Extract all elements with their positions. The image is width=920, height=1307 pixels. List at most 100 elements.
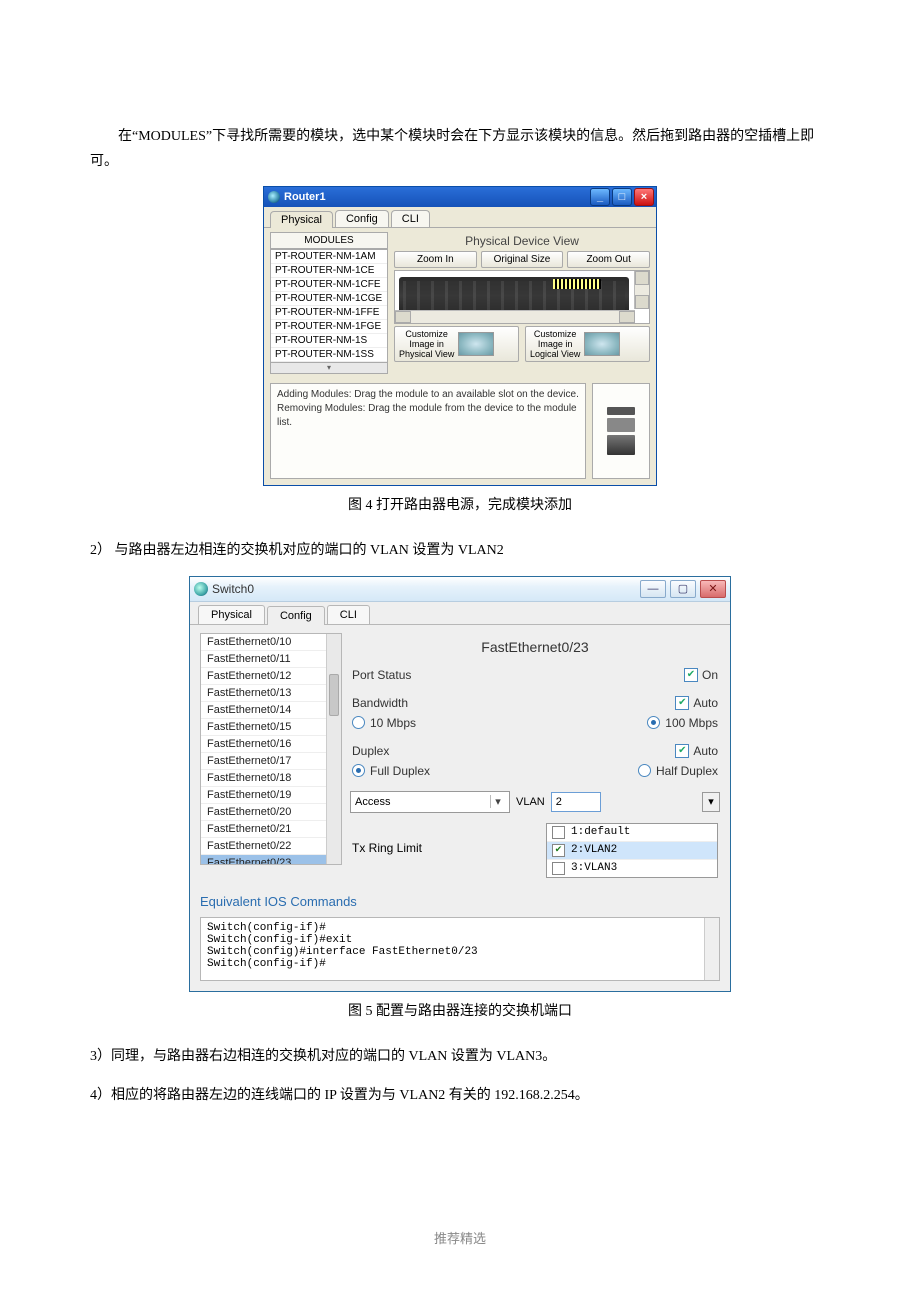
full-duplex-radio[interactable]: Full Duplex xyxy=(352,764,502,778)
ios-commands-text: Switch(config-if)# Switch(config-if)#exi… xyxy=(207,922,478,970)
zoom-out-button[interactable]: Zoom Out xyxy=(567,251,650,268)
checkbox-icon xyxy=(552,862,565,875)
original-size-button[interactable]: Original Size xyxy=(481,251,564,268)
ios-commands-heading: Equivalent IOS Commands xyxy=(200,894,720,909)
port-item[interactable]: FastEthernet0/14 xyxy=(201,702,341,719)
step-3-text: 3）同理，与路由器右边相连的交换机对应的端口的 VLAN 设置为 VLAN3。 xyxy=(90,1044,830,1069)
maximize-button[interactable]: ▢ xyxy=(670,580,696,598)
device-scroll-horizontal[interactable] xyxy=(395,310,635,323)
module-item[interactable]: PT-ROUTER-NM-1CGE xyxy=(271,292,387,306)
router-thumb-icon xyxy=(584,332,620,356)
port-item[interactable]: FastEthernet0/18 xyxy=(201,770,341,787)
on-label: On xyxy=(702,668,718,682)
port-item[interactable]: FastEthernet0/23 xyxy=(201,855,341,865)
port-status-label: Port Status xyxy=(352,668,462,682)
router1-window: Router1 _ □ × Physical Config CLI MODULE… xyxy=(263,186,657,486)
interface-list[interactable]: FastEthernet0/10 FastEthernet0/11 FastEt… xyxy=(200,633,342,865)
maximize-button[interactable]: □ xyxy=(612,188,632,206)
figure4-caption: 图 4 打开路由器电源，完成模块添加 xyxy=(90,494,830,514)
app-icon xyxy=(268,191,280,203)
interface-list-scrollbar[interactable] xyxy=(326,634,341,864)
tab-cli[interactable]: CLI xyxy=(391,210,430,227)
module-item[interactable]: PT-ROUTER-NM-1S xyxy=(271,334,387,348)
tab-physical[interactable]: Physical xyxy=(198,605,265,624)
modules-header: MODULES xyxy=(270,232,388,249)
bandwidth-100-radio[interactable]: 100 Mbps xyxy=(647,716,718,730)
vlan-input[interactable]: 2 xyxy=(551,792,601,812)
vlan-option[interactable]: 3:VLAN3 xyxy=(547,860,717,877)
port-item[interactable]: FastEthernet0/13 xyxy=(201,685,341,702)
customize-logical-label: Customize Image in Logical View xyxy=(530,329,580,359)
checkbox-icon: ✔ xyxy=(552,844,565,857)
zoom-in-button[interactable]: Zoom In xyxy=(394,251,477,268)
router-tabs: Physical Config CLI xyxy=(264,207,656,228)
module-item[interactable]: PT-ROUTER-NM-1FFE xyxy=(271,306,387,320)
vlan-option-label: 1:default xyxy=(571,826,630,838)
tab-config[interactable]: Config xyxy=(335,210,389,227)
device-scroll-vertical[interactable] xyxy=(634,271,649,309)
ios-commands-output[interactable]: Switch(config-if)# Switch(config-if)#exi… xyxy=(200,917,720,981)
vlan-dropdown-button[interactable]: ▾ xyxy=(702,792,720,812)
switch0-titlebar[interactable]: Switch0 — ▢ ✕ xyxy=(190,577,730,602)
port-item[interactable]: FastEthernet0/21 xyxy=(201,821,341,838)
customize-physical-button[interactable]: Customize Image in Physical View xyxy=(394,326,519,362)
vlan-options-popup: 1:default ✔ 2:VLAN2 3:VLAN3 xyxy=(546,823,718,878)
bw-100-label: 100 Mbps xyxy=(665,716,718,730)
half-duplex-radio[interactable]: Half Duplex xyxy=(638,764,718,778)
help-line: Adding Modules: Drag the module to an av… xyxy=(277,388,579,402)
step-4-text: 4）相应的将路由器左边的连线端口的 IP 设置为与 VLAN2 有关的 192.… xyxy=(90,1083,830,1108)
module-item[interactable]: PT-ROUTER-NM-1SS xyxy=(271,348,387,362)
half-duplex-label: Half Duplex xyxy=(656,764,718,778)
minimize-button[interactable]: _ xyxy=(590,188,610,206)
bw-10-label: 10 Mbps xyxy=(370,716,416,730)
bandwidth-10-radio[interactable]: 10 Mbps xyxy=(352,716,502,730)
intro-paragraph: 在“MODULES”下寻找所需要的模块，选中某个模块时会在下方显示该模块的信息。… xyxy=(90,124,830,174)
port-item[interactable]: FastEthernet0/22 xyxy=(201,838,341,855)
minimize-button[interactable]: — xyxy=(640,580,666,598)
physical-device-view-title: Physical Device View xyxy=(394,234,650,248)
module-item[interactable]: PT-ROUTER-NM-1AM xyxy=(271,250,387,264)
module-help-text: Adding Modules: Drag the module to an av… xyxy=(270,383,586,479)
figure5-caption: 图 5 配置与路由器连接的交换机端口 xyxy=(90,1000,830,1020)
checkbox-icon xyxy=(552,826,565,839)
port-item[interactable]: FastEthernet0/10 xyxy=(201,634,341,651)
bandwidth-auto-checkbox[interactable]: ✔ Auto xyxy=(675,696,718,710)
port-mode-select[interactable]: Access ▾ xyxy=(350,791,510,813)
port-item[interactable]: FastEthernet0/11 xyxy=(201,651,341,668)
window-title: Switch0 xyxy=(212,582,254,596)
tab-config[interactable]: Config xyxy=(267,606,325,625)
chevron-down-icon: ▾ xyxy=(490,795,505,808)
tab-cli[interactable]: CLI xyxy=(327,605,370,624)
port-item[interactable]: FastEthernet0/15 xyxy=(201,719,341,736)
vlan-option-label: 3:VLAN3 xyxy=(571,862,617,874)
tab-physical[interactable]: Physical xyxy=(270,211,333,228)
vlan-option[interactable]: 1:default xyxy=(547,824,717,842)
modules-scroll-down[interactable]: ▾ xyxy=(270,363,388,374)
port-item[interactable]: FastEthernet0/19 xyxy=(201,787,341,804)
customize-logical-button[interactable]: Customize Image in Logical View xyxy=(525,326,650,362)
modules-list[interactable]: PT-ROUTER-NM-1AM PT-ROUTER-NM-1CE PT-ROU… xyxy=(270,249,388,363)
interface-config-pane: FastEthernet0/23 Port Status ✔ On Bandwi… xyxy=(350,633,720,878)
page-footer: 推荐精选 xyxy=(90,1228,830,1247)
device-chassis-view[interactable] xyxy=(394,270,650,324)
port-mode-value: Access xyxy=(355,796,390,808)
ios-scrollbar[interactable] xyxy=(704,918,719,980)
switch-tabs: Physical Config CLI xyxy=(190,602,730,625)
port-item[interactable]: FastEthernet0/16 xyxy=(201,736,341,753)
port-item[interactable]: FastEthernet0/12 xyxy=(201,668,341,685)
interface-title: FastEthernet0/23 xyxy=(350,633,720,665)
duplex-auto-checkbox[interactable]: ✔ Auto xyxy=(675,744,718,758)
close-button[interactable]: ✕ xyxy=(700,580,726,598)
module-item[interactable]: PT-ROUTER-NM-1CFE xyxy=(271,278,387,292)
port-status-checkbox[interactable]: ✔ On xyxy=(684,668,718,682)
port-item[interactable]: FastEthernet0/17 xyxy=(201,753,341,770)
router-thumb-icon xyxy=(458,332,494,356)
module-item[interactable]: PT-ROUTER-NM-1CE xyxy=(271,264,387,278)
app-icon xyxy=(194,582,208,596)
module-item[interactable]: PT-ROUTER-NM-1FGE xyxy=(271,320,387,334)
port-item[interactable]: FastEthernet0/20 xyxy=(201,804,341,821)
step-2-text: 2） 与路由器左边相连的交换机对应的端口的 VLAN 设置为 VLAN2 xyxy=(90,538,830,563)
close-button[interactable]: × xyxy=(634,188,654,206)
vlan-option[interactable]: ✔ 2:VLAN2 xyxy=(547,842,717,860)
router1-titlebar[interactable]: Router1 _ □ × xyxy=(264,187,656,207)
